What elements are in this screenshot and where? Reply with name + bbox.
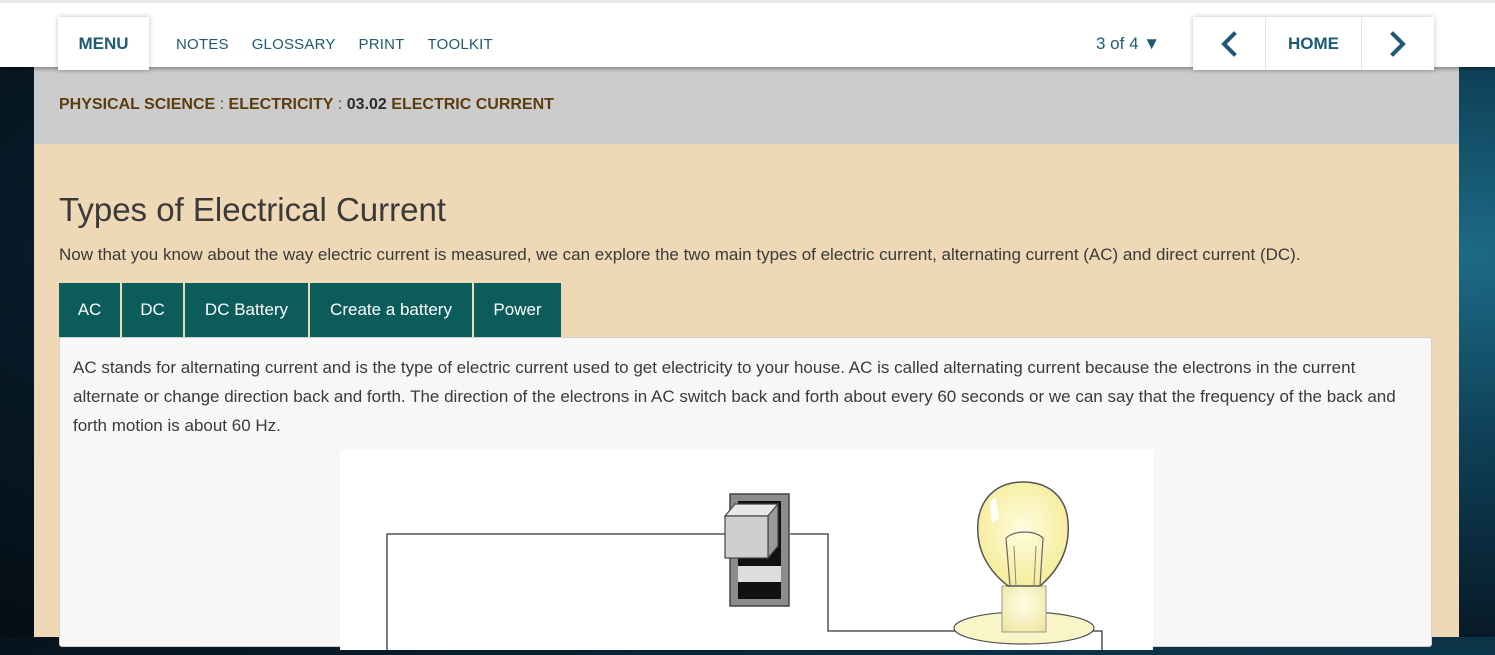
tab-panel-ac: AC stands for alternating current and is… [59, 337, 1432, 650]
tab-dc-battery[interactable]: DC Battery [185, 283, 308, 337]
lesson-page: PHYSICAL SCIENCE : ELECTRICITY : 03.02 E… [34, 67, 1459, 650]
chevron-right-icon [1389, 30, 1406, 57]
page-navigation: HOME [1193, 17, 1434, 70]
circuit-diagram [340, 450, 1153, 650]
breadcrumb-separator: : [333, 96, 347, 113]
switch-icon [723, 493, 790, 607]
tab-ac[interactable]: AC [59, 283, 120, 337]
top-navigation-bar: MENU NOTES GLOSSARY PRINT TOOLKIT 3 of 4… [0, 0, 1495, 70]
toolkit-link[interactable]: TOOLKIT [428, 36, 493, 53]
content-tabs: AC DC DC Battery Create a battery Power [59, 283, 561, 337]
breadcrumb-bar: PHYSICAL SCIENCE : ELECTRICITY : 03.02 E… [34, 67, 1459, 144]
toolbar-links: NOTES GLOSSARY PRINT TOOLKIT [176, 36, 493, 53]
breadcrumb-lesson-number: 03.02 [346, 96, 387, 113]
page-title: Types of Electrical Current [59, 191, 446, 228]
next-page-button[interactable] [1362, 17, 1434, 70]
notes-link[interactable]: NOTES [176, 36, 229, 53]
glossary-link[interactable]: GLOSSARY [252, 36, 336, 53]
light-bulb-icon [953, 481, 1095, 645]
ac-description: AC stands for alternating current and is… [73, 358, 1396, 435]
breadcrumb-subject: PHYSICAL SCIENCE [59, 96, 216, 113]
menu-button[interactable]: MENU [58, 17, 149, 70]
tab-power[interactable]: Power [474, 283, 561, 337]
breadcrumb-separator: : [215, 96, 229, 113]
breadcrumb-lesson-title: ELECTRIC CURRENT [391, 96, 554, 113]
breadcrumb-unit: ELECTRICITY [228, 96, 334, 113]
home-button[interactable]: HOME [1266, 17, 1362, 70]
tab-create-a-battery[interactable]: Create a battery [310, 283, 472, 337]
intro-text: Now that you know about the way electric… [59, 245, 1301, 264]
print-link[interactable]: PRINT [359, 36, 405, 53]
breadcrumb: PHYSICAL SCIENCE : ELECTRICITY : 03.02 E… [59, 96, 554, 114]
previous-page-button[interactable] [1193, 17, 1267, 70]
chevron-left-icon [1221, 30, 1238, 57]
circuit-illustration [386, 481, 1103, 650]
page-selector[interactable]: 3 of 4 ▼ [1096, 34, 1160, 54]
tab-dc[interactable]: DC [122, 283, 183, 337]
